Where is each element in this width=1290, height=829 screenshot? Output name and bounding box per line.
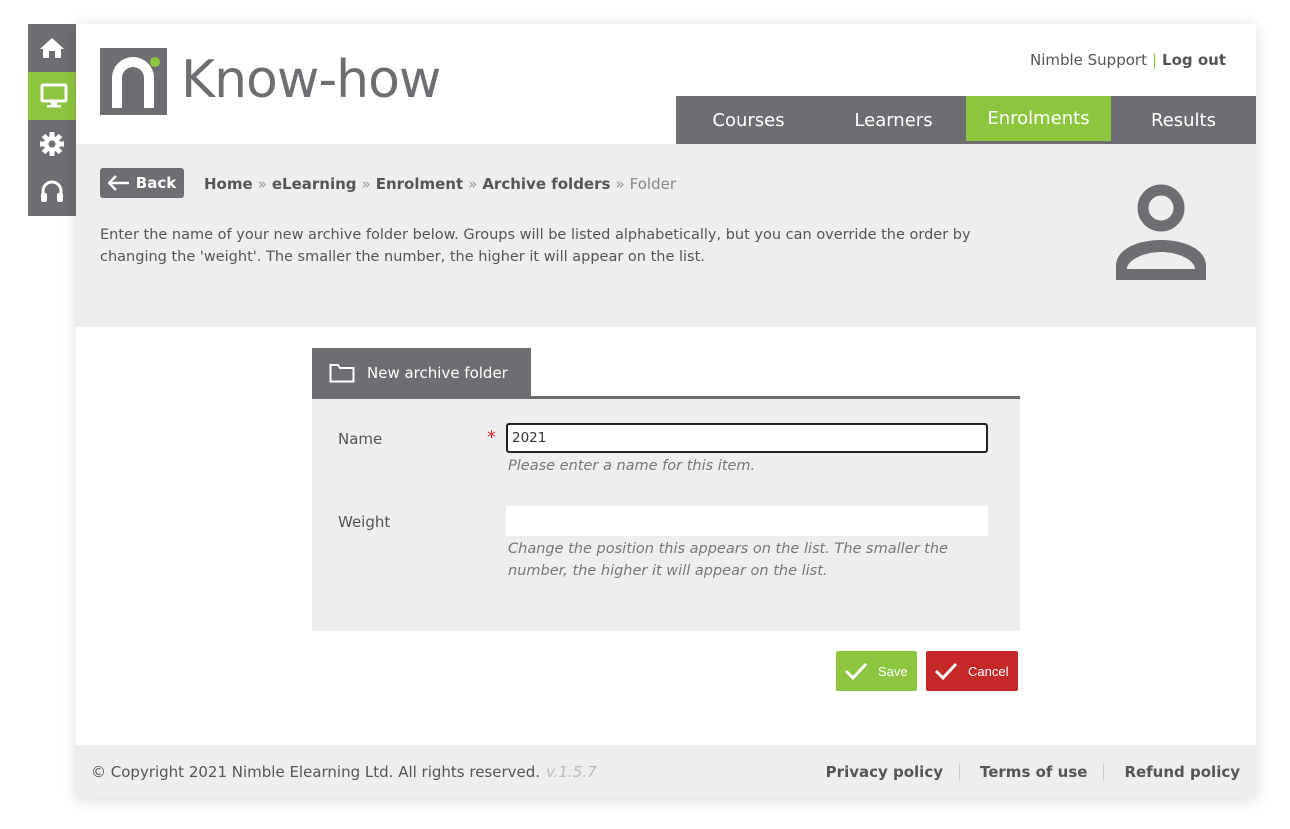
name-label: Name (338, 430, 383, 448)
terms-of-use-link[interactable]: Terms of use (980, 763, 1087, 781)
weight-input[interactable] (506, 506, 988, 536)
breadcrumb-separator: » (615, 175, 625, 193)
form-body: Name * Please enter a name for this item… (312, 399, 1020, 631)
breadcrumb-separator: » (468, 175, 478, 193)
check-icon (844, 662, 868, 681)
logo-mark-icon (100, 48, 167, 115)
weight-label: Weight (338, 513, 391, 531)
breadcrumb-archive-folders[interactable]: Archive folders (482, 175, 610, 193)
footer-divider (1103, 763, 1105, 781)
main-card: Know-how Nimble Support | Log out Courses … (76, 24, 1256, 798)
form-tab-label: New archive folder (367, 364, 508, 382)
intro-panel: Back Home» eLearning» Enrolment» Archive fo… (76, 144, 1256, 327)
footer-divider (959, 763, 960, 781)
version-label: v.1.5.7 (546, 763, 597, 781)
weight-help-text: Change the position this appears on the … (508, 541, 948, 579)
nav-tab-results[interactable]: Results (1111, 96, 1256, 144)
intro-description: Enter the name of your new archive folde… (100, 227, 971, 265)
required-marker: * (487, 427, 496, 448)
header: Know-how Nimble Support | Log out Courses … (76, 24, 1256, 144)
rail-monitor-button[interactable] (28, 72, 80, 120)
name-input[interactable] (506, 423, 988, 453)
refund-policy-link[interactable]: Refund policy (1124, 763, 1240, 781)
rail-settings-button[interactable] (28, 120, 76, 168)
breadcrumb-home[interactable]: Home (204, 175, 253, 193)
nav-tab-learners[interactable]: Learners (821, 96, 966, 144)
user-links-separator: | (1151, 51, 1158, 69)
arrow-left-icon (107, 175, 129, 191)
breadcrumb-separator: » (361, 175, 371, 193)
footer: © Copyright 2021 Nimble Elearning Ltd. A… (76, 745, 1256, 798)
side-rail (28, 24, 80, 216)
nav-tab-courses[interactable]: Courses (676, 96, 821, 144)
copyright-text: © Copyright 2021 Nimble Elearning Ltd. A… (91, 763, 541, 781)
privacy-policy-link[interactable]: Privacy policy (826, 763, 943, 781)
rail-home-button[interactable] (28, 24, 76, 72)
home-icon (40, 38, 64, 58)
form-tab-new-archive-folder: New archive folder (312, 348, 531, 398)
breadcrumb-elearning[interactable]: eLearning (272, 175, 357, 193)
gear-icon (40, 132, 64, 156)
headset-icon (41, 180, 63, 202)
user-name: Nimble Support (1029, 51, 1147, 69)
logo[interactable]: Know-how (100, 48, 441, 115)
back-button[interactable]: Back (100, 168, 184, 198)
breadcrumb-enrolment[interactable]: Enrolment (376, 175, 463, 193)
footer-links: Privacy policy Terms of use Refund polic… (826, 763, 1240, 781)
logout-link[interactable]: Log out (1162, 51, 1226, 69)
nav-tab-enrolments[interactable]: Enrolments (966, 96, 1111, 144)
check-icon (934, 662, 958, 681)
save-button[interactable]: Save (836, 651, 917, 691)
breadcrumb: Home» eLearning» Enrolment» Archive folders… (204, 175, 676, 193)
name-help-text: Please enter a name for this item. (508, 458, 756, 474)
main-nav: Courses Learners Enrolments Results (676, 96, 1256, 144)
cancel-label: Cancel (968, 663, 1009, 679)
logo-text: Know-how (181, 49, 441, 110)
copyright: © Copyright 2021 Nimble Elearning Ltd. A… (91, 763, 597, 781)
breadcrumb-current: Folder (629, 175, 676, 193)
cancel-button[interactable]: Cancel (926, 651, 1018, 691)
rail-support-button[interactable] (28, 168, 76, 216)
save-label: Save (878, 663, 908, 679)
user-avatar-icon (1116, 184, 1206, 280)
breadcrumb-separator: » (257, 175, 267, 193)
folder-icon (329, 364, 355, 383)
back-label: Back (135, 174, 177, 192)
monitor-icon (40, 83, 68, 108)
user-links: Nimble Support | Log out (1030, 51, 1226, 69)
